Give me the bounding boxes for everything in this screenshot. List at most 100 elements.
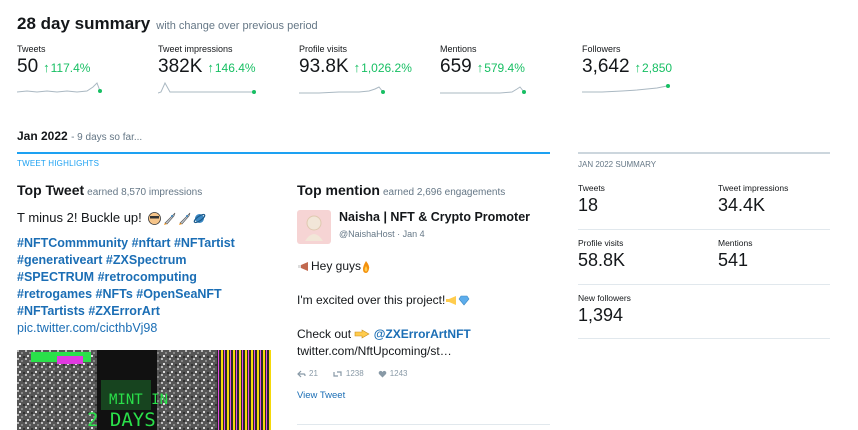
stat-change: ↑ 2,850	[634, 60, 673, 75]
hashtag-line[interactable]: #NFTCommmunity #nftart #NFTartist	[17, 235, 277, 252]
emoji-row	[148, 212, 206, 226]
media-caption-line-2: 2 DAYS	[87, 409, 156, 430]
stat-change: ↑ 1,026.2%	[353, 60, 412, 75]
arrow-up-icon: ↑	[476, 60, 484, 75]
stat-mentions[interactable]: Mentions 659 ↑ 579.4%	[440, 44, 570, 94]
gem-icon	[458, 296, 470, 306]
stat-followers[interactable]: Followers 3,642 ↑ 2,850	[582, 44, 712, 93]
fire-icon	[363, 260, 370, 273]
top-mention-title: Top mention earned 2,696 engagements	[297, 182, 506, 198]
divider	[578, 284, 830, 285]
media-artwork: MINT IN 2 DAYS	[17, 350, 271, 430]
top-tweet-title: Top Tweet earned 8,570 impressions	[17, 182, 203, 198]
face-emoji-icon	[148, 212, 162, 225]
month-stat-value: 1,394	[578, 305, 624, 325]
mention-line-2: I'm excited over this project!	[297, 292, 547, 309]
stat-label: Mentions	[440, 44, 477, 54]
sparkline-profile-visits	[299, 86, 385, 94]
retweet-button[interactable]: 1238	[332, 369, 364, 378]
author-name[interactable]: Naisha | NFT & Crypto Promoter	[339, 210, 530, 224]
arrow-up-icon: ↑	[207, 60, 214, 75]
mention-actions: 21 1238 1243	[297, 369, 547, 378]
mention-line-3: Check out @ZXErrorArtNFT	[297, 327, 471, 341]
like-button[interactable]: 1243	[378, 369, 408, 378]
stat-value: 382K	[158, 56, 203, 77]
top-tweet-text: T minus 2! Buckle up!	[17, 209, 277, 226]
top-tweet-media-link[interactable]: pic.twitter.com/cicthbVj98	[17, 320, 277, 337]
mention-author[interactable]: Naisha | NFT & Crypto Promoter @NaishaHo…	[297, 210, 547, 244]
rocket-icon	[179, 212, 191, 226]
arrow-up-icon: ↑	[43, 60, 50, 75]
month-stat-value: 34.4K	[718, 195, 766, 215]
summary-title: 28 day summary	[17, 14, 151, 33]
month-stat-tweets: Tweets 18	[578, 183, 605, 215]
month-stat-value: 18	[578, 195, 599, 215]
mention-link[interactable]: @ZXErrorArtNFT	[374, 327, 471, 341]
month-stat-value: 58.8K	[578, 250, 626, 270]
pointing-hand-icon	[355, 329, 370, 339]
sparkline-followers	[582, 84, 670, 93]
stat-label: Followers	[582, 44, 621, 54]
avatar-portrait	[305, 215, 323, 241]
month-stat-value: 541	[718, 250, 749, 270]
top-tweet-earned: earned 8,570 impressions	[87, 187, 203, 198]
month-stat-impressions: Tweet impressions 34.4K	[718, 183, 789, 215]
stat-change: ↑ 146.4%	[207, 60, 256, 75]
megaphone-icon	[446, 295, 457, 305]
top-tweet-media-image[interactable]: MINT IN 2 DAYS	[17, 350, 271, 430]
stat-value: 659	[440, 56, 472, 77]
mention-line-1: Hey guys	[297, 258, 547, 275]
stat-tweets[interactable]: Tweets 50 ↑ 117.4%	[17, 44, 147, 93]
media-caption-line-1: MINT IN	[109, 392, 168, 408]
summary-subtitle: with change over previous period	[156, 20, 318, 32]
view-tweet-link[interactable]: View Tweet	[297, 390, 547, 401]
mention-url[interactable]: twitter.com/NftUpcoming/st…	[297, 343, 547, 360]
mention-divider	[297, 424, 550, 425]
divider	[578, 229, 830, 230]
month-summary-divider	[578, 152, 830, 154]
top-tweet-hashtags: #NFTCommmunity #nftart #NFTartist #gener…	[17, 235, 277, 320]
sparkline-tweets	[17, 82, 102, 93]
stat-value: 93.8K	[299, 56, 349, 77]
hashtag-line[interactable]: #generativeart #ZXSpectrum	[17, 252, 277, 269]
stat-impressions[interactable]: Tweet impressions 382K ↑ 146.4%	[158, 44, 288, 94]
divider	[578, 338, 830, 339]
author-handle: @NaishaHost · Jan 4	[339, 229, 425, 239]
arrow-up-icon: ↑	[353, 60, 361, 75]
stat-value: 50	[17, 56, 39, 77]
rocket-icon	[164, 212, 176, 226]
retweet-icon	[333, 370, 342, 377]
top-mention-card: Top mention earned 2,696 engagements Nais…	[297, 182, 547, 401]
tweet-highlights-label: TWEET HIGHLIGHTS	[17, 159, 100, 168]
top-tweet-card: Top Tweet earned 8,570 impressions T minu…	[17, 182, 277, 337]
month-summary-label: JAN 2022 SUMMARY	[578, 160, 657, 169]
top-mention-earned: earned 2,696 engagements	[382, 187, 506, 198]
stat-change: ↑ 117.4%	[43, 60, 91, 75]
month-note: - 9 days so far...	[71, 132, 143, 143]
arrow-up-icon: ↑	[634, 60, 642, 75]
avatar[interactable]	[297, 210, 331, 244]
reply-button[interactable]: 21	[297, 369, 318, 378]
month-title: Jan 2022 - 9 days so far...	[17, 129, 143, 143]
sparkline-impressions	[158, 81, 256, 94]
hashtag-line[interactable]: #retrogames #NFTs #OpenSeaNFT	[17, 286, 277, 303]
stat-change: ↑ 579.4%	[476, 60, 525, 75]
planet-icon	[194, 213, 206, 224]
hashtag-line[interactable]: #NFTartists #ZXErrorArt	[17, 303, 277, 320]
hashtag-line[interactable]: #SPECTRUM #retrocomputing	[17, 269, 277, 286]
summary-header: 28 day summary with change over previous…	[17, 14, 318, 34]
megaphone-icon	[298, 262, 308, 272]
stat-label: Tweets	[17, 44, 46, 54]
stats-row: Tweets 50 ↑ 117.4% Tweet impressions 382K…	[17, 44, 837, 104]
stat-label: Profile visits	[299, 44, 348, 54]
heart-icon	[378, 370, 387, 377]
sparkline-mentions	[440, 86, 526, 94]
reply-icon	[297, 370, 306, 377]
month-stat-new-followers: New followers 1,394	[578, 293, 631, 325]
stat-label: Tweet impressions	[158, 44, 233, 54]
month-stat-mentions: Mentions 541	[718, 238, 753, 270]
stat-value: 3,642	[582, 56, 630, 77]
stat-profile-visits[interactable]: Profile visits 93.8K ↑ 1,026.2%	[299, 44, 429, 94]
highlights-tab-indicator	[17, 152, 550, 154]
month-stat-profile-visits: Profile visits 58.8K	[578, 238, 626, 270]
